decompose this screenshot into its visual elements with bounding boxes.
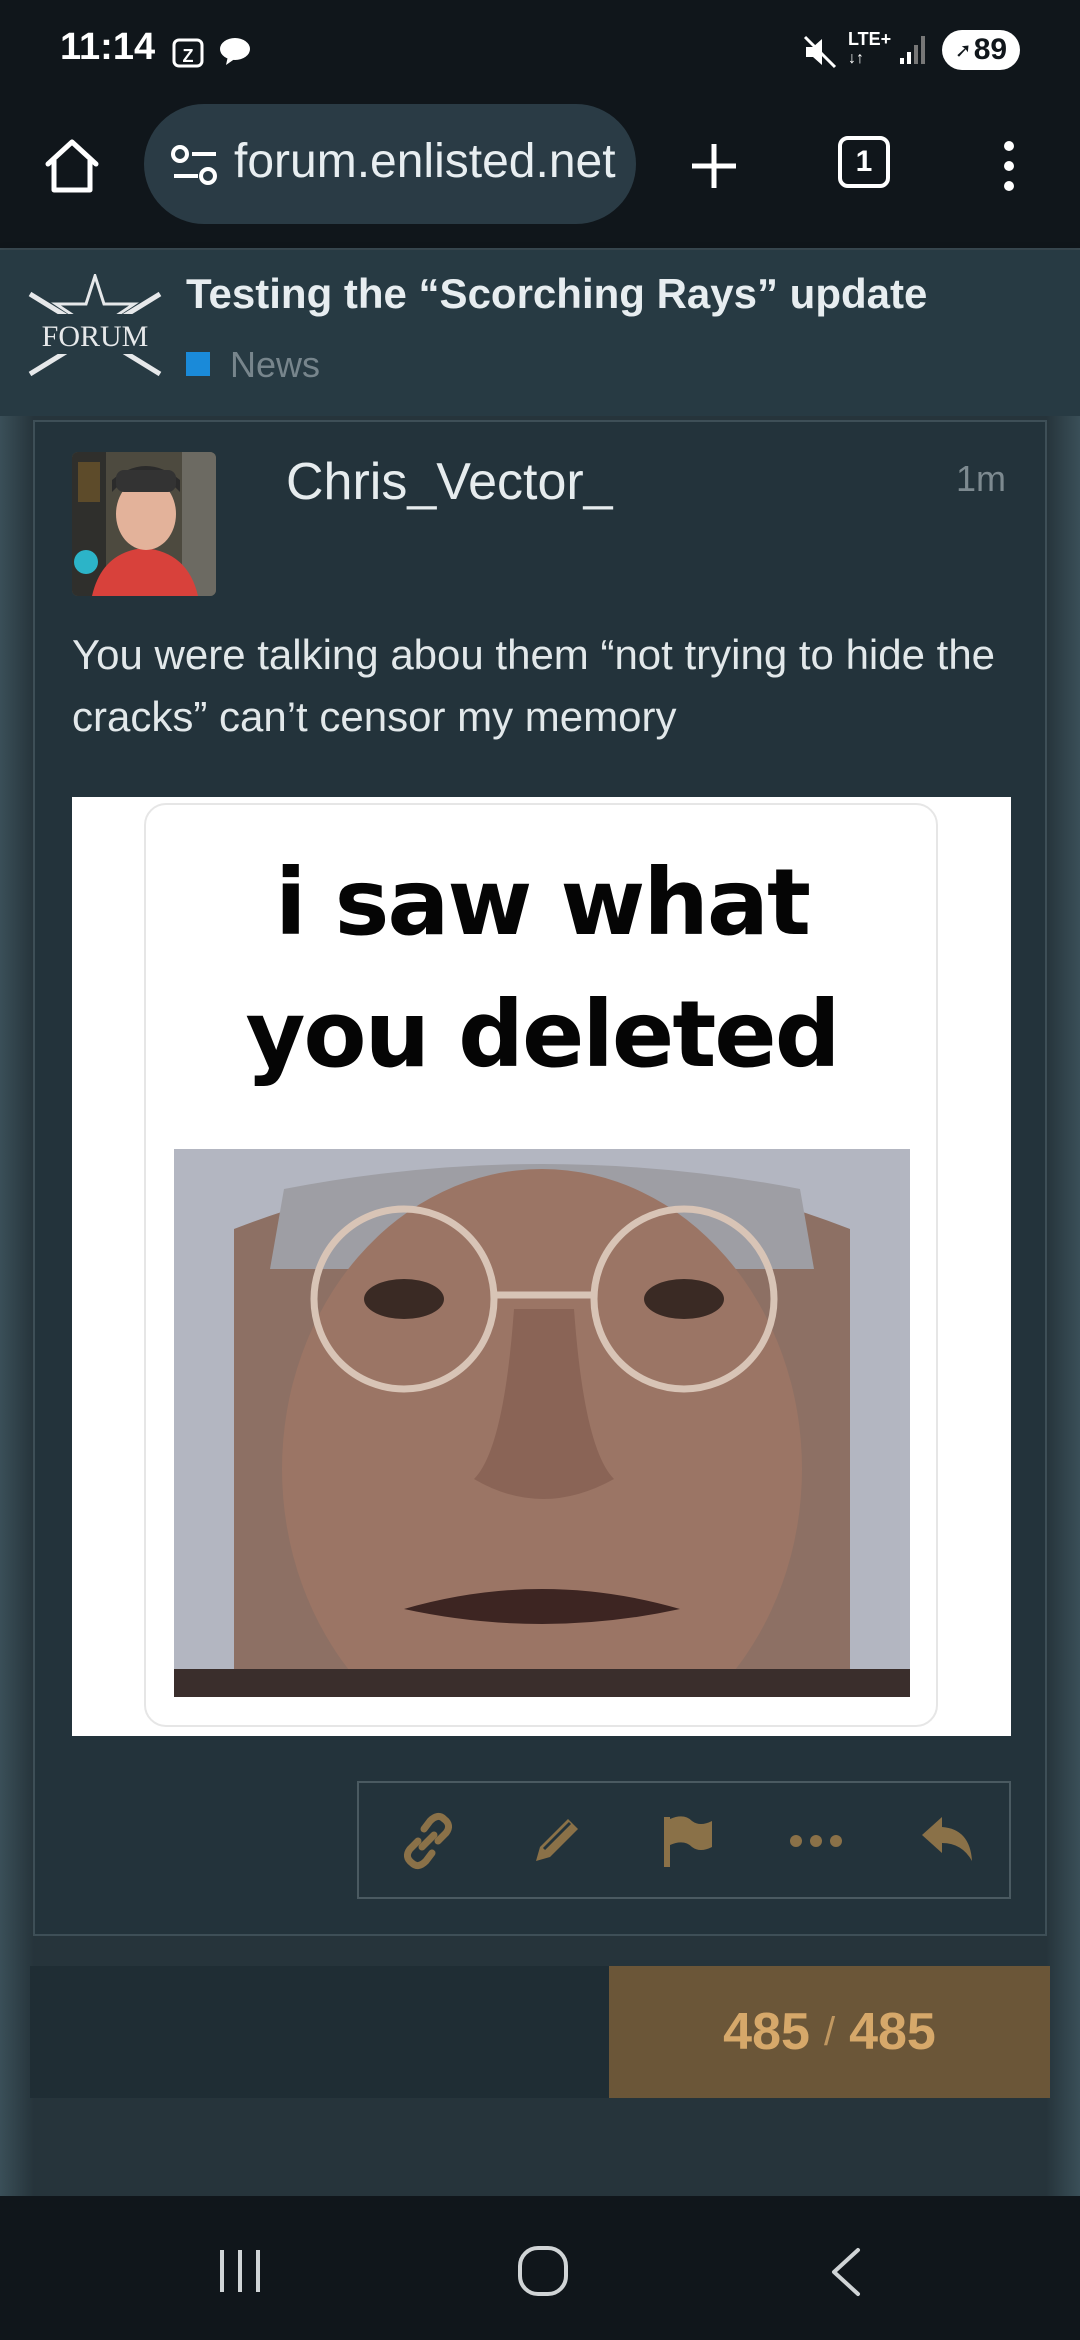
home-icon[interactable] bbox=[42, 136, 102, 196]
svg-text:Z: Z bbox=[183, 46, 194, 66]
home-circle-icon[interactable] bbox=[516, 2244, 570, 2298]
flag-icon[interactable] bbox=[653, 1808, 719, 1874]
reply-icon[interactable] bbox=[915, 1808, 981, 1874]
browser-toolbar: forum.enlisted.net 1 bbox=[0, 100, 1080, 250]
status-time: 11:14 bbox=[60, 26, 156, 68]
signal-icon bbox=[900, 36, 925, 64]
topic-title[interactable]: Testing the “Scorching Rays” update bbox=[186, 270, 927, 318]
recent-apps-icon[interactable] bbox=[216, 2248, 266, 2294]
back-icon[interactable] bbox=[826, 2246, 866, 2298]
address-bar[interactable]: forum.enlisted.net bbox=[144, 104, 636, 224]
topic-progress[interactable]: 485 / 485 bbox=[609, 1966, 1050, 2098]
status-bar: 11:14 Z LTE+ ↓↑ ➚ 89 bbox=[0, 0, 1080, 100]
post-username[interactable]: Chris_Vector_ bbox=[286, 452, 613, 512]
forum-logo-text: FORUM bbox=[42, 320, 149, 353]
chat-bubble-icon bbox=[220, 38, 250, 65]
post-time[interactable]: 1m bbox=[956, 458, 1006, 500]
edit-icon[interactable] bbox=[523, 1808, 589, 1874]
site-settings-icon[interactable] bbox=[170, 144, 220, 186]
url-text[interactable]: forum.enlisted.net bbox=[234, 134, 616, 189]
system-nav-bar bbox=[0, 2196, 1080, 2340]
lte-icon: LTE+ ↓↑ bbox=[848, 29, 892, 67]
category-badge-color bbox=[186, 352, 210, 376]
more-icon[interactable] bbox=[783, 1808, 849, 1874]
topic-header: FORUM Testing the “Scorching Rays” updat… bbox=[0, 250, 1080, 416]
network-label: LTE+ bbox=[848, 29, 892, 49]
avatar-image bbox=[72, 452, 216, 596]
mute-icon bbox=[803, 35, 837, 69]
post-image[interactable]: i saw what you deleted bbox=[72, 797, 1011, 1736]
menu-icon[interactable] bbox=[996, 138, 1022, 198]
tab-count: 1 bbox=[855, 145, 873, 178]
forum-logo[interactable]: FORUM bbox=[26, 274, 164, 386]
avatar[interactable] bbox=[72, 452, 216, 596]
new-tab-icon[interactable] bbox=[688, 140, 740, 192]
post-actions bbox=[357, 1781, 1011, 1899]
meme-face-photo bbox=[174, 1149, 910, 1697]
calendar-icon: Z bbox=[172, 38, 204, 68]
meme-caption: i saw what you deleted bbox=[245, 849, 840, 1088]
tabs-icon[interactable]: 1 bbox=[838, 136, 890, 188]
link-icon[interactable] bbox=[395, 1808, 461, 1874]
progress-total: 485 bbox=[849, 2003, 936, 2061]
battery-level: 89 bbox=[973, 33, 1008, 66]
progress-separator: / bbox=[823, 2009, 836, 2054]
progress-current: 485 bbox=[723, 2003, 810, 2061]
post-body: You were talking abou them “not trying t… bbox=[72, 631, 996, 740]
category-label[interactable]: News bbox=[230, 344, 320, 386]
progress-track bbox=[30, 1966, 610, 2098]
battery-icon: ➚ 89 bbox=[942, 30, 1020, 70]
